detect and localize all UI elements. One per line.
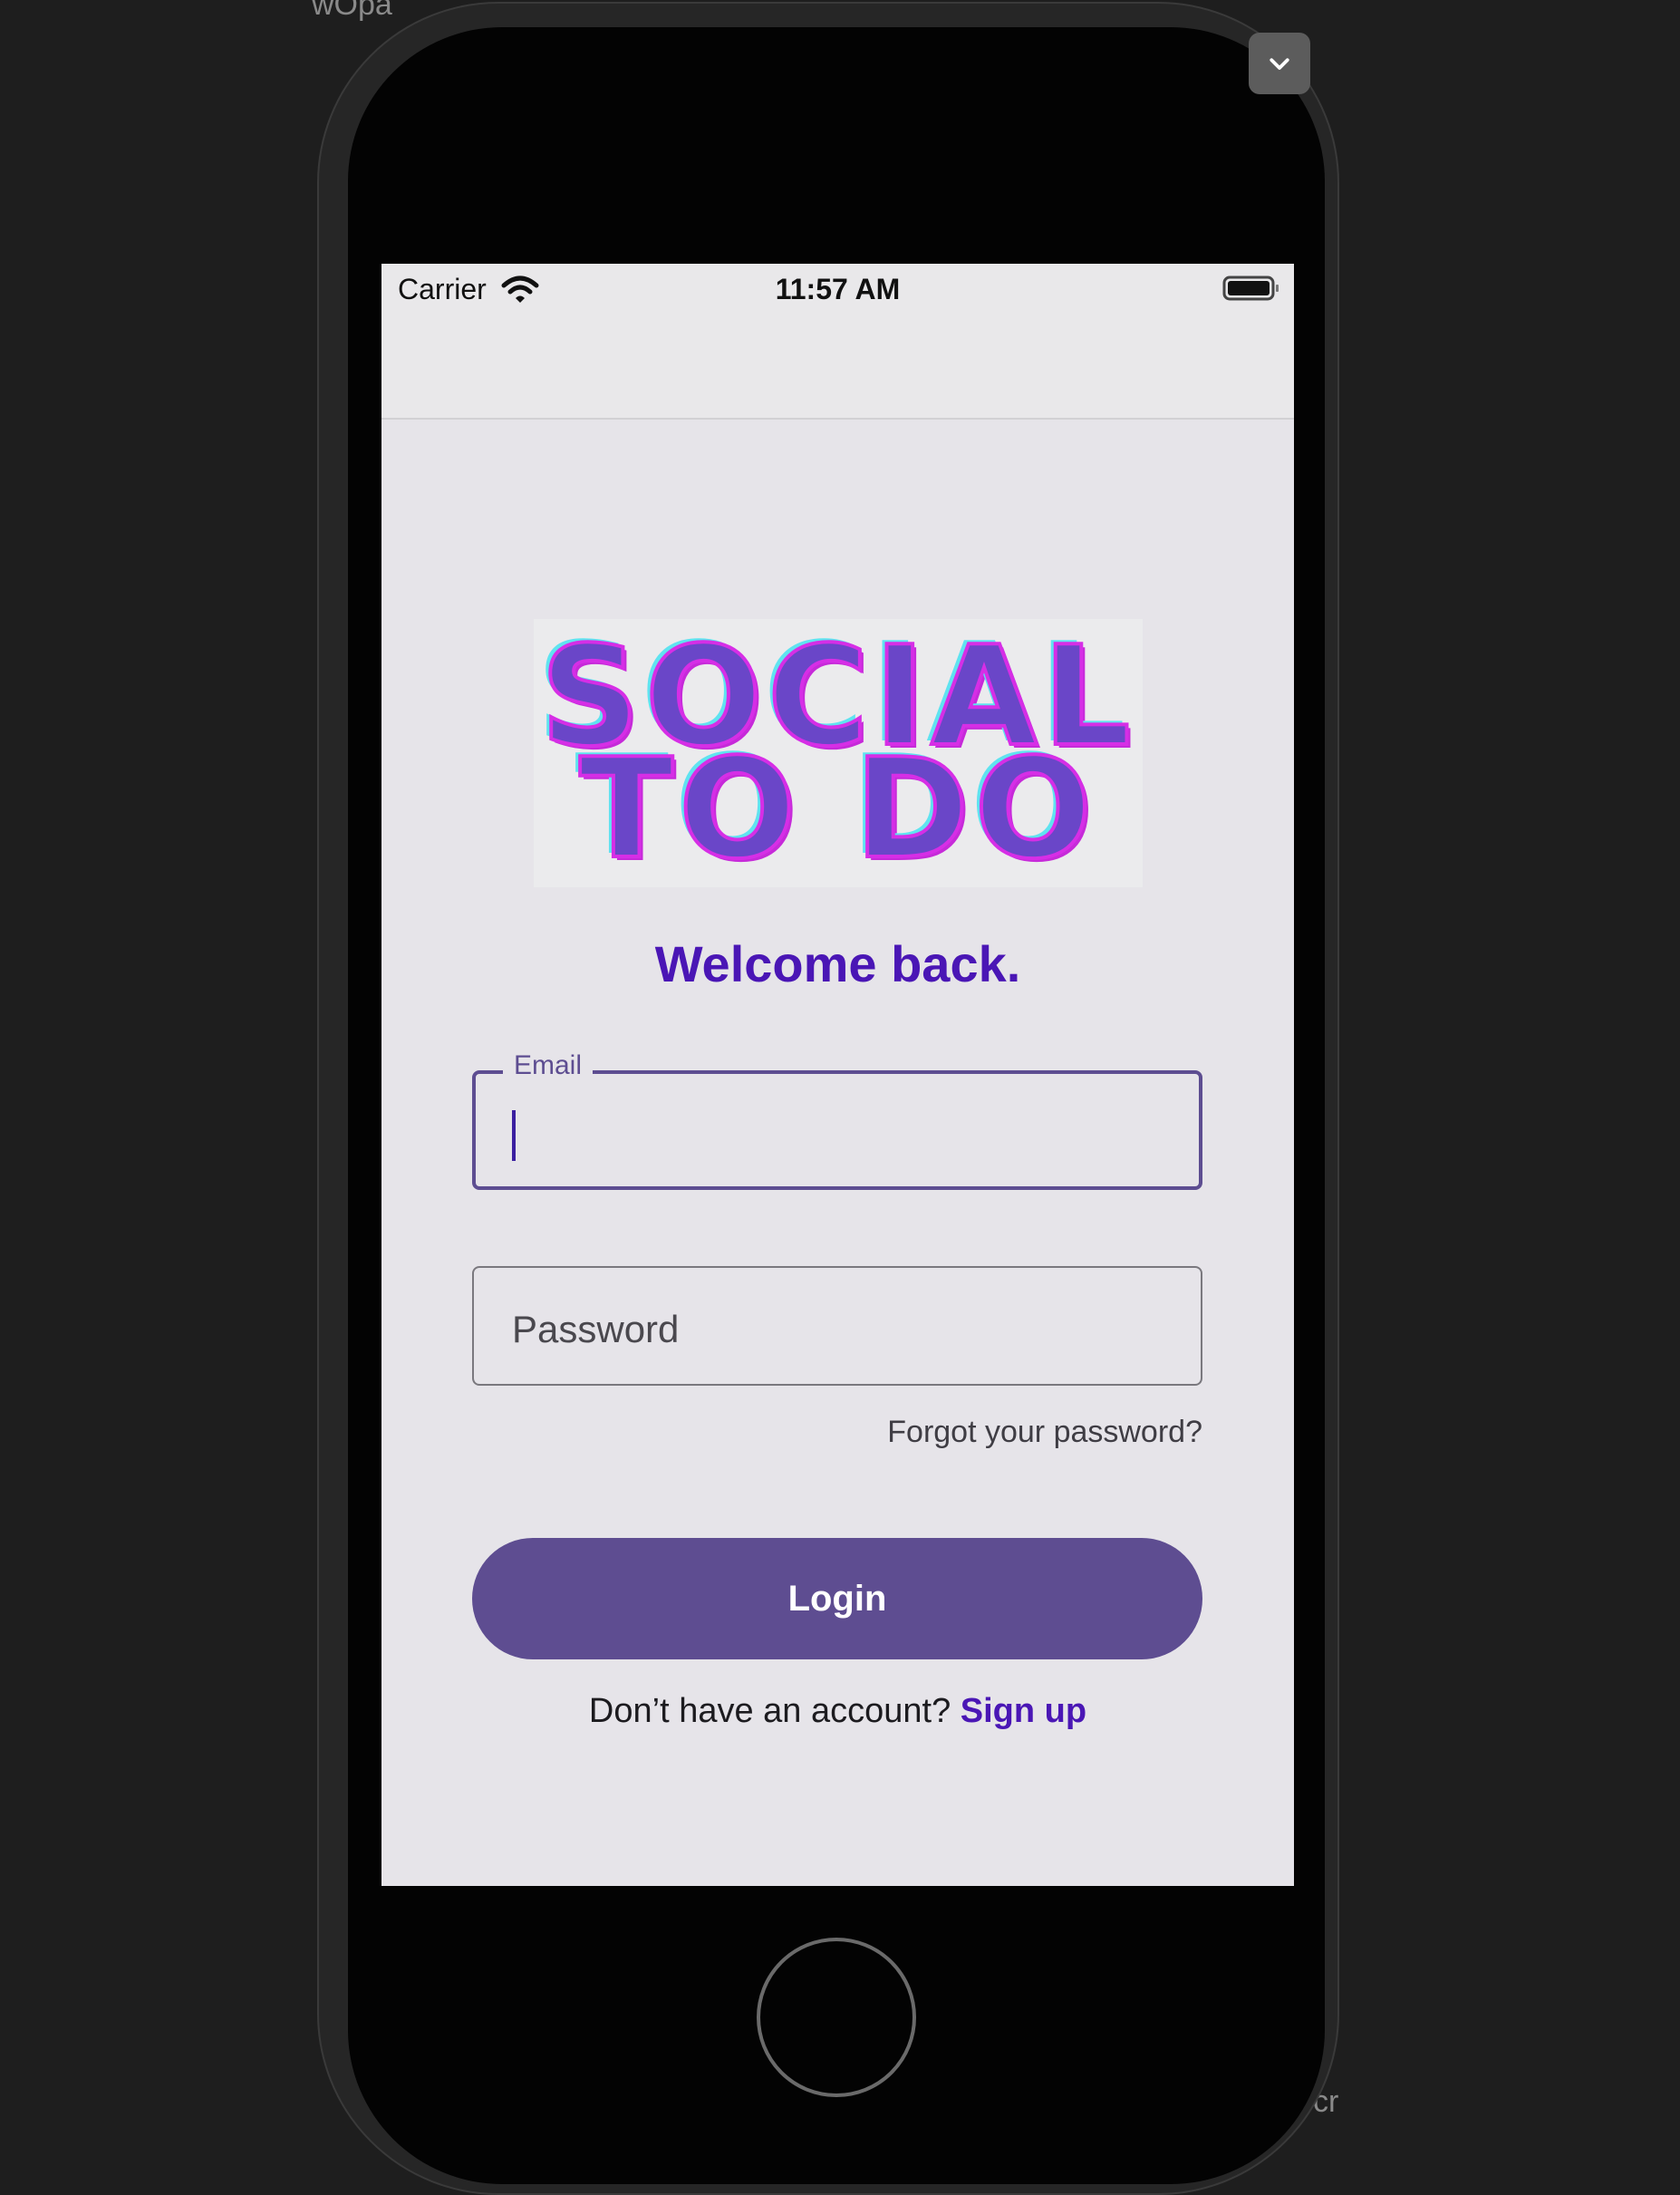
- password-placeholder: Password: [512, 1308, 680, 1350]
- email-field-label: Email: [503, 1050, 594, 1081]
- logo-line-2: TO DO: [577, 729, 1097, 889]
- background-window-fragment: wOpa: [312, 0, 392, 22]
- signup-prompt: Don’t have an account?: [588, 1692, 951, 1730]
- status-time: 11:57 AM: [775, 273, 901, 305]
- signup-link[interactable]: Sign up: [961, 1692, 1086, 1730]
- login-button[interactable]: Login: [472, 1538, 1202, 1659]
- email-field[interactable]: Email: [472, 1050, 1202, 1190]
- simulator-collapse-button[interactable]: [1249, 33, 1310, 94]
- signup-row: Don’t have an account? Sign up: [381, 1692, 1294, 1731]
- text-cursor: [512, 1110, 516, 1161]
- status-bar: Carrier 11:57 AM: [381, 264, 1294, 420]
- battery-icon: [1222, 276, 1279, 301]
- app-screen: Carrier 11:57 AM SOCIAL TO DO Welcome ba…: [381, 264, 1294, 1886]
- chevron-down-icon: [1270, 58, 1289, 70]
- forgot-password-link[interactable]: Forgot your password?: [887, 1415, 1202, 1450]
- welcome-heading: Welcome back.: [654, 935, 1021, 992]
- app-logo: SOCIAL TO DO: [534, 619, 1143, 887]
- home-button[interactable]: [757, 1938, 916, 2097]
- password-field[interactable]: Password: [472, 1266, 1202, 1386]
